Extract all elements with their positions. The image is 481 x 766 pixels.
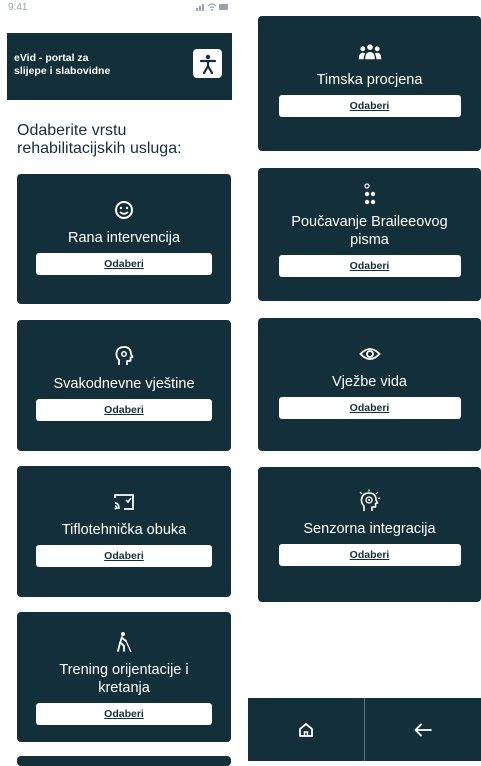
service-card-senzorna-integracija: Senzorna integracija Odaberi — [258, 467, 481, 602]
sensory-head-icon — [358, 489, 382, 513]
select-button[interactable]: Odaberi — [36, 253, 212, 275]
service-card-poucavanje-brailleovog: Poučavanje Braileeovog pisma Odaberi — [258, 168, 481, 301]
head-gear-icon — [112, 344, 136, 368]
service-title: Timska procjena — [311, 71, 429, 89]
select-button[interactable]: Odaberi — [36, 399, 212, 421]
service-card-timska-procjena: Timska procjena Odaberi — [258, 16, 481, 151]
service-title: Vježbe vida — [326, 373, 413, 391]
status-icons — [196, 2, 230, 15]
left-screen: 9:41 eVid - portal za slijepe i slabovid… — [0, 0, 240, 761]
smiley-face-icon — [112, 198, 136, 222]
bottom-nav — [248, 698, 481, 761]
service-title: Poučavanje Braileeovog pisma — [269, 213, 471, 249]
select-button[interactable]: Odaberi — [279, 397, 461, 419]
app-header: eVid - portal za slijepe i slabovidne — [7, 33, 232, 100]
service-card-svakodnevne-vjestine: Svakodnevne vještine Odaberi — [17, 320, 231, 451]
service-title: Trening orijentacije i kretanja — [28, 661, 220, 697]
accessibility-button[interactable] — [193, 49, 222, 78]
signal-wifi-battery-icon — [196, 2, 230, 12]
select-button[interactable]: Odaberi — [279, 95, 461, 117]
team-group-icon — [358, 40, 382, 64]
select-button[interactable]: Odaberi — [279, 255, 461, 277]
right-screen: Timska procjena Odaberi Poučavanje Brail… — [240, 0, 481, 761]
home-icon — [298, 722, 314, 738]
arrow-left-icon — [414, 723, 432, 737]
status-bar: 9:41 — [0, 0, 240, 26]
service-card-vjezbe-vida: Vježbe vida Odaberi — [258, 318, 481, 451]
select-button[interactable]: Odaberi — [279, 544, 461, 566]
service-prompt: Odaberite vrstu rehabilitacijskih usluga… — [17, 122, 227, 158]
service-card-trening-orijentacije: Trening orijentacije i kretanja Odaberi — [17, 612, 231, 742]
service-title: Svakodnevne vještine — [47, 375, 200, 393]
select-button[interactable]: Odaberi — [36, 545, 212, 567]
home-button[interactable] — [248, 698, 364, 761]
service-card-partial — [17, 756, 231, 766]
select-button[interactable]: Odaberi — [36, 703, 212, 725]
service-card-tiflotehnicka-obuka: Tiflotehnička obuka Odaberi — [17, 466, 231, 597]
braille-dots-icon — [358, 182, 382, 206]
blind-person-cane-icon — [112, 630, 136, 654]
eye-icon — [358, 342, 382, 366]
service-title: Rana intervencija — [62, 229, 186, 247]
accessibility-person-icon — [199, 54, 217, 74]
service-title: Tiflotehnička obuka — [56, 521, 192, 539]
status-time: 9:41 — [8, 2, 27, 13]
service-title: Senzorna integracija — [297, 520, 441, 538]
back-button[interactable] — [365, 698, 481, 761]
app-title: eVid - portal za slijepe i slabovidne — [14, 52, 164, 78]
service-card-rana-intervencija: Rana intervencija Odaberi — [17, 174, 231, 304]
cast-screen-icon — [112, 490, 136, 514]
